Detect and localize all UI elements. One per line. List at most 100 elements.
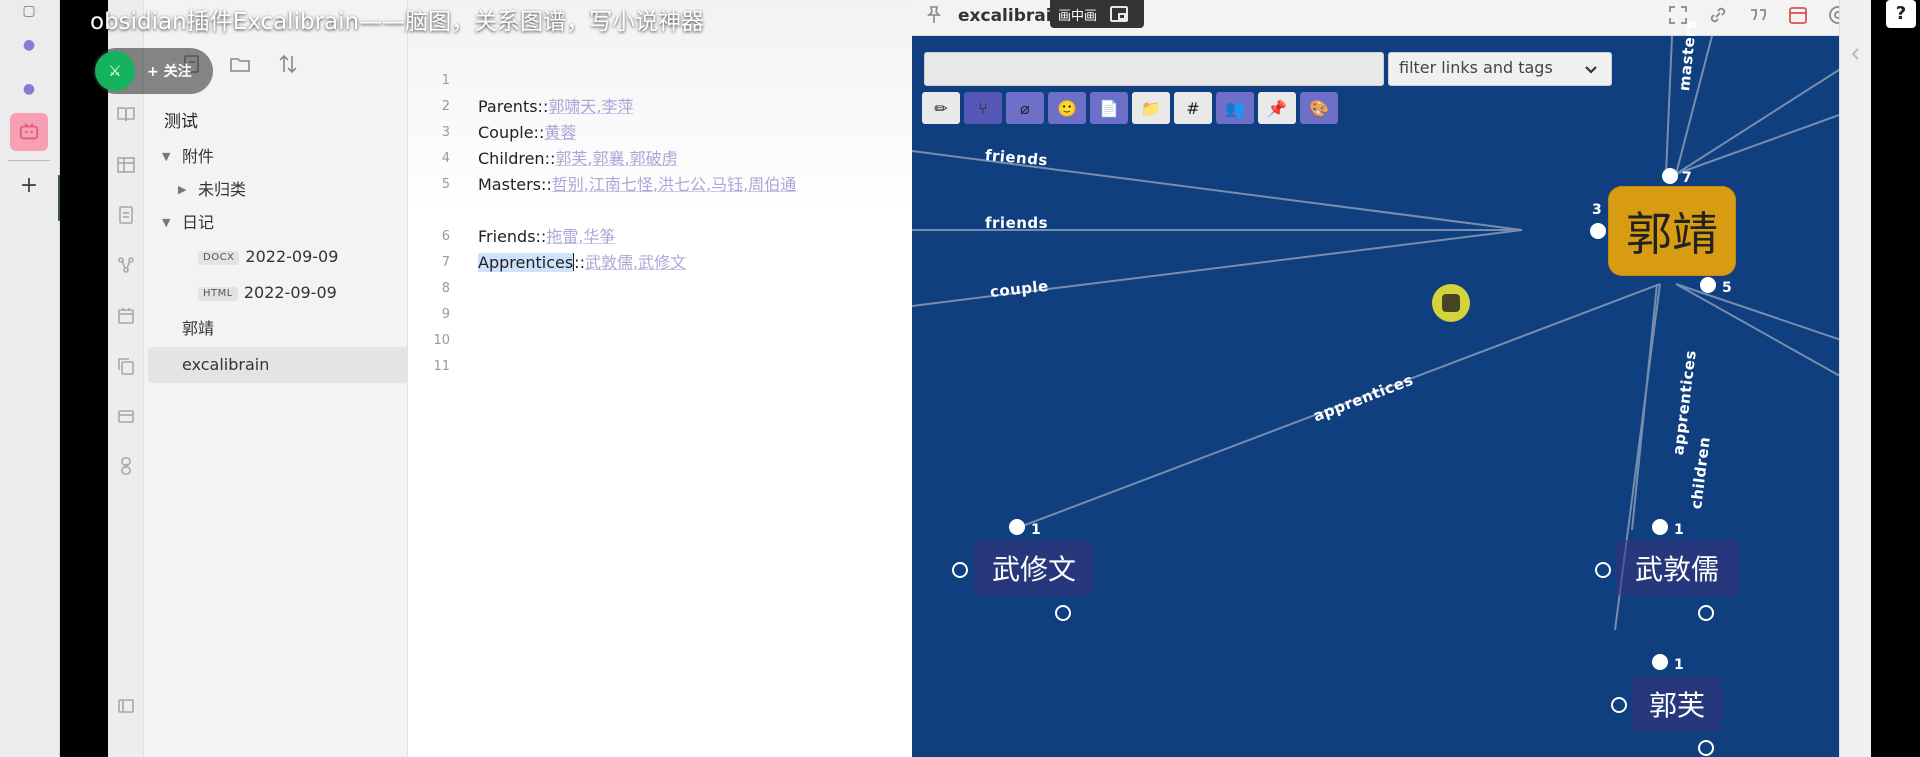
central-node[interactable]: 郭靖 (1608, 186, 1736, 276)
file-2022-09-09-html[interactable]: HTML 2022-09-09 (144, 275, 408, 311)
leaf-icon[interactable]: ● (18, 34, 40, 56)
calendar-icon[interactable] (116, 306, 136, 326)
pencil-icon: ✏ (934, 98, 948, 118)
pin-icon[interactable] (926, 6, 942, 24)
tags-button[interactable]: # (1174, 92, 1212, 124)
field-key: Masters:: (478, 175, 552, 194)
help-button[interactable]: ? (1886, 0, 1916, 28)
style-button[interactable]: 🎨 (1300, 92, 1338, 124)
node-port[interactable] (952, 562, 968, 578)
bilibili-tv-icon[interactable] (10, 113, 48, 151)
follow-button[interactable]: + 关注 (147, 61, 192, 81)
filter-select-label: filter links and tags (1399, 58, 1553, 77)
vault-name[interactable]: 测试 (144, 104, 408, 140)
node-count: 1 (1674, 522, 1684, 538)
node-port[interactable] (1009, 519, 1025, 535)
calendar-plugin-icon[interactable] (1787, 4, 1809, 26)
hierarchy-button[interactable]: ⑂ (964, 92, 1002, 124)
node-port[interactable] (1055, 605, 1071, 621)
sort-icon[interactable] (276, 52, 302, 78)
internal-link[interactable]: 武修文 (638, 253, 686, 272)
pin-button[interactable]: 📌 (1258, 92, 1296, 124)
picture-in-picture-badge[interactable]: 画中画 (1050, 0, 1144, 28)
editor-line: 6 Friends::拖雷,华筝 (408, 224, 912, 250)
node-count: 1 (1031, 522, 1041, 538)
folder-uncategorized[interactable]: ▶ 未归类 (144, 173, 408, 206)
folder-diary[interactable]: ▼ 日记 (144, 206, 408, 239)
layers-icon[interactable] (116, 406, 136, 426)
editor-line: 4 Children::郭芙,郭襄,郭破虏 (408, 146, 912, 172)
graph-node[interactable]: 武敦儒 (1616, 540, 1738, 596)
internal-link[interactable]: 洪七公 (658, 175, 706, 194)
node-count: 5 (1722, 280, 1732, 296)
graph-toolbar: ✏ ⑂ ⌀ 🙂 📄 📁 # 👥 📌 🎨 (922, 92, 1338, 124)
graph-node[interactable]: 武修文 (974, 540, 1094, 596)
node-count: 1 (1674, 657, 1684, 673)
internal-link[interactable]: 黄蓉 (544, 123, 576, 142)
file-export-icon[interactable] (116, 205, 136, 225)
field-key-selected: Apprentices (478, 253, 574, 272)
edge-label-friends: friends (985, 214, 1049, 232)
people-button[interactable]: 👥 (1216, 92, 1254, 124)
node-port[interactable] (1662, 168, 1678, 184)
editor-content[interactable]: 1 2 Parents::郭啸天,李萍 3 Couple::黄蓉 4 Child… (408, 68, 912, 380)
node-port[interactable] (1595, 562, 1611, 578)
field-key: Couple:: (478, 123, 545, 142)
filter-links-and-tags-select[interactable]: filter links and tags (1388, 52, 1612, 86)
edit-pencil-button[interactable]: ✏ (922, 92, 960, 124)
vault-switch-icon[interactable] (116, 696, 136, 716)
palette-icon: 🎨 (1309, 98, 1329, 118)
copy-icon[interactable]: ▢ (18, 0, 40, 22)
node-port[interactable] (1652, 519, 1668, 535)
add-icon[interactable]: + (18, 173, 40, 198)
node-port[interactable] (1700, 277, 1716, 293)
quote-icon[interactable] (1747, 4, 1769, 26)
internal-link[interactable]: 马钰 (711, 175, 743, 194)
node-port[interactable] (1652, 654, 1668, 670)
attachments-button[interactable]: 📄 (1090, 92, 1128, 124)
editor-line: 10 (408, 328, 912, 354)
node-port[interactable] (1611, 697, 1627, 713)
leaf-icon-2[interactable]: ● (18, 78, 40, 100)
file-2022-09-09-docx[interactable]: DOCX 2022-09-09 (144, 239, 408, 275)
excalibrain-graph-view[interactable]: excalibrain filter links and tags ✏ ⑂ ⌀ … (912, 0, 1871, 757)
file-guojing[interactable]: 郭靖 (144, 311, 408, 347)
graph-node[interactable]: 郭芙 (1632, 676, 1722, 732)
markdown-editor: 1 2 Parents::郭啸天,李萍 3 Couple::黄蓉 4 Child… (408, 0, 912, 757)
graph-search-input[interactable] (924, 52, 1384, 86)
internal-link[interactable]: 郭啸天 (548, 97, 596, 116)
line-number: 7 (441, 255, 450, 270)
folders-button[interactable]: 📁 (1132, 92, 1170, 124)
uploader-follow-pill[interactable]: ⚔ + 关注 (93, 48, 213, 94)
internal-link[interactable]: 郭破虏 (630, 149, 678, 168)
internal-link[interactable]: 哲别 (552, 175, 584, 194)
node-port[interactable] (1590, 223, 1606, 239)
line-number: 5 (441, 177, 450, 192)
new-folder-icon[interactable] (228, 52, 254, 78)
internal-link[interactable]: 江南七怪 (589, 175, 653, 194)
emoji-button[interactable]: 🙂 (1048, 92, 1086, 124)
chevron-left-icon[interactable] (1848, 46, 1864, 62)
internal-link[interactable]: 郭襄 (592, 149, 624, 168)
field-key: Children:: (478, 149, 556, 168)
internal-link[interactable]: 郭芙 (555, 149, 587, 168)
node-port[interactable] (1698, 740, 1714, 756)
copy-file-icon[interactable] (116, 356, 136, 376)
node-port[interactable] (1698, 605, 1714, 621)
internal-link[interactable]: 拖雷 (546, 227, 578, 246)
graph-icon[interactable] (116, 255, 136, 275)
file-excalibrain[interactable]: excalibrain (148, 347, 408, 383)
link-icon[interactable] (116, 456, 136, 476)
table-icon[interactable] (116, 155, 136, 175)
internal-link[interactable]: 武敦儒 (585, 253, 633, 272)
line-number: 2 (441, 99, 450, 114)
folder-attachments[interactable]: ▼ 附件 (144, 140, 408, 173)
link-icon[interactable] (1707, 4, 1729, 26)
internal-link[interactable]: 李萍 (601, 97, 633, 116)
book-icon[interactable] (116, 104, 136, 124)
internal-link[interactable]: 周伯通 (748, 175, 796, 194)
internal-link[interactable]: 华筝 (583, 227, 615, 246)
caret-right-icon: ▶ (178, 183, 187, 196)
uploader-avatar[interactable]: ⚔ (95, 51, 135, 91)
hide-button[interactable]: ⌀ (1006, 92, 1044, 124)
